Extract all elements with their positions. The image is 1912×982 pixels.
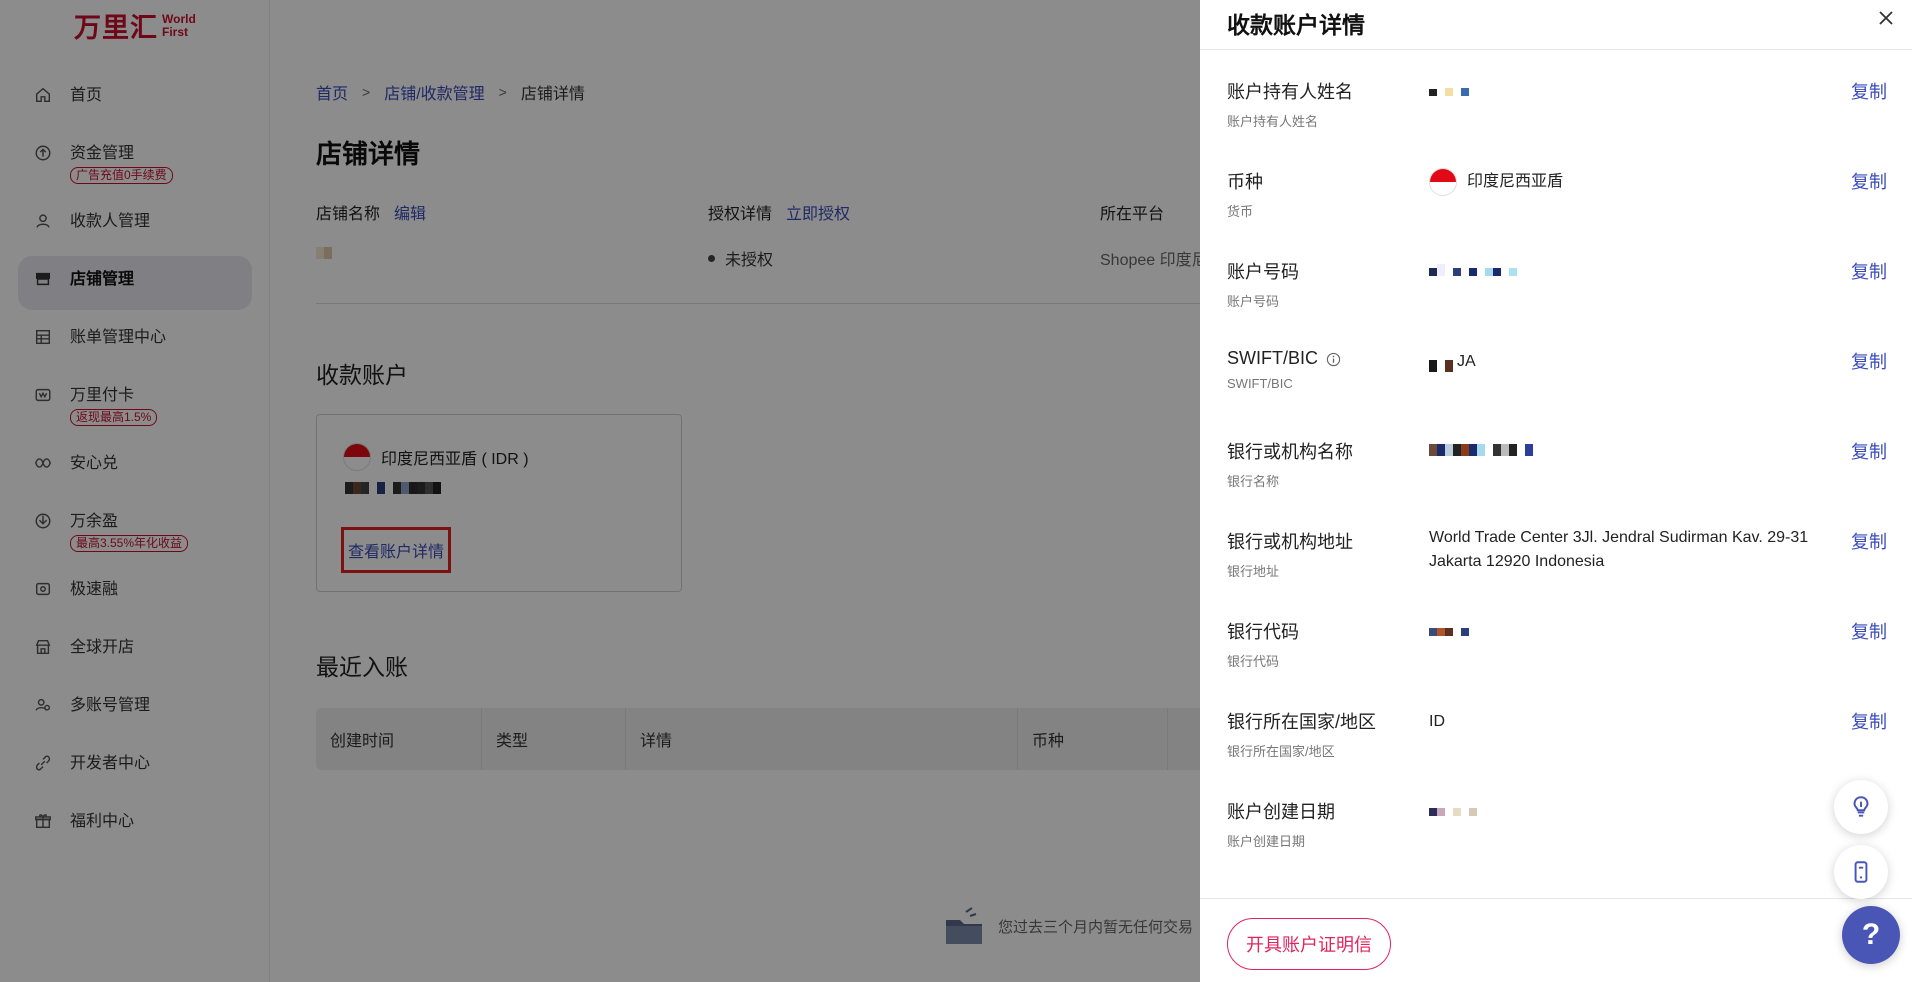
field-value	[1429, 440, 1829, 456]
field-value	[1429, 260, 1829, 276]
copy-button[interactable]: 复制	[1851, 618, 1887, 644]
field-sublabel: 银行所在国家/地区	[1227, 744, 1335, 759]
drawer-title: 收款账户详情	[1227, 12, 1365, 38]
field-value: World Trade Center 3Jl. Jendral Sudirman…	[1429, 529, 1809, 570]
copy-button[interactable]: 复制	[1851, 438, 1887, 464]
copy-button[interactable]: 复制	[1851, 348, 1887, 374]
field-bank-name: 银行或机构名称 银行名称 复制	[1227, 438, 1887, 528]
field-sublabel: 银行代码	[1227, 654, 1280, 669]
field-sublabel: 账户创建日期	[1227, 834, 1306, 849]
info-icon[interactable]	[1326, 351, 1341, 367]
field-account-number: 账户号码 账户号码 复制	[1227, 258, 1887, 348]
field-sublabel: SWIFT/BIC	[1227, 376, 1293, 391]
field-value	[1429, 620, 1829, 636]
field-value: ID	[1429, 713, 1445, 730]
masked-value	[1429, 260, 1517, 276]
mobile-icon	[1854, 861, 1868, 883]
modal-overlay[interactable]	[0, 0, 1200, 982]
field-sublabel: 账户持有人姓名	[1227, 114, 1319, 129]
field-value	[1429, 800, 1829, 816]
field-bank-country: 银行所在国家/地区 银行所在国家/地区 ID 复制	[1227, 708, 1887, 798]
field-sublabel: 货币	[1227, 204, 1254, 219]
field-sublabel: 账户号码	[1227, 294, 1280, 309]
masked-value	[1429, 356, 1453, 372]
copy-button[interactable]: 复制	[1851, 78, 1887, 104]
divider	[1200, 898, 1912, 899]
field-bank-code: 银行代码 银行代码 复制	[1227, 618, 1887, 708]
field-sublabel: 银行名称	[1227, 474, 1280, 489]
field-bank-address: 银行或机构地址 银行地址 World Trade Center 3Jl. Jen…	[1227, 528, 1887, 618]
tips-button[interactable]	[1834, 780, 1888, 834]
copy-button[interactable]: 复制	[1851, 708, 1887, 734]
field-value	[1429, 80, 1829, 96]
copy-button[interactable]: 复制	[1851, 168, 1887, 194]
field-holder-name: 账户持有人姓名 账户持有人姓名 复制	[1227, 78, 1887, 168]
close-icon[interactable]	[1874, 6, 1898, 30]
masked-value	[1429, 440, 1533, 456]
masked-value	[1429, 80, 1469, 96]
help-button[interactable]: ?	[1842, 906, 1900, 964]
field-swift: SWIFT/BIC SWIFT/BIC JA 复制	[1227, 348, 1887, 438]
field-create-date: 账户创建日期 账户创建日期	[1227, 798, 1887, 888]
masked-value	[1429, 800, 1477, 816]
masked-value	[1429, 620, 1469, 636]
copy-button[interactable]: 复制	[1851, 258, 1887, 284]
copy-button[interactable]: 复制	[1851, 528, 1887, 554]
indonesia-flag-icon	[1429, 168, 1457, 196]
field-value: JA	[1429, 350, 1829, 374]
issue-account-certificate-button[interactable]: 开具账户证明信	[1227, 918, 1391, 970]
account-detail-drawer: 收款账户详情 账户持有人姓名 账户持有人姓名 复制 币种 货币 印度尼西亚盾 复…	[1200, 0, 1912, 982]
divider	[1200, 49, 1912, 50]
mobile-app-button[interactable]	[1834, 845, 1888, 899]
field-value: 印度尼西亚盾	[1429, 168, 1829, 196]
lightbulb-icon	[1853, 796, 1869, 817]
field-currency: 币种 货币 印度尼西亚盾 复制	[1227, 168, 1887, 258]
